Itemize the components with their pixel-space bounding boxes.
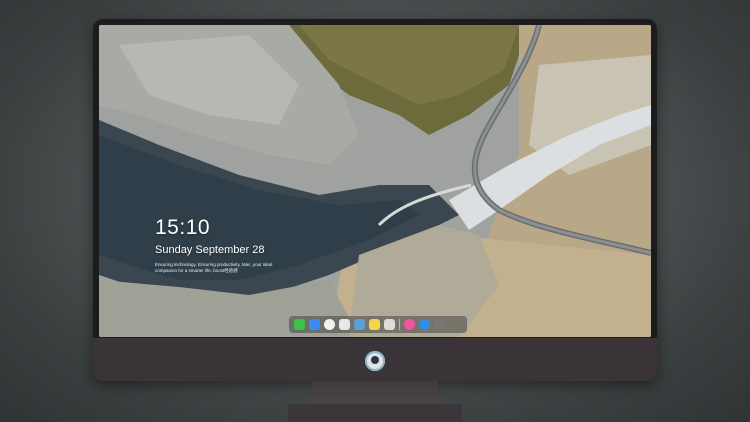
lock-screen-date: Sunday September 28	[155, 244, 265, 256]
dock	[289, 316, 467, 333]
notes-icon[interactable]	[369, 319, 380, 330]
photos-icon[interactable]	[339, 319, 350, 330]
app-store-icon[interactable]	[419, 319, 430, 330]
monitor-stand-neck	[312, 381, 438, 405]
monitor-stand-base	[288, 404, 462, 422]
music-icon[interactable]	[404, 319, 415, 330]
finder-icon[interactable]	[309, 319, 320, 330]
brand-logo-icon	[365, 351, 385, 371]
lock-screen-tagline: Ensuring technology, Ensuring productivi…	[155, 262, 273, 273]
claquette-icon[interactable]	[354, 319, 365, 330]
messages-icon[interactable]	[294, 319, 305, 330]
safari-icon[interactable]	[324, 319, 335, 330]
imac-monitor: 15:10 Sunday September 28 Ensuring techn…	[93, 19, 657, 381]
camera-icon[interactable]	[434, 319, 445, 330]
preview-icon[interactable]	[384, 319, 395, 330]
wallpaper-aerial-canyon	[99, 25, 651, 337]
desktop-screen: 15:10 Sunday September 28 Ensuring techn…	[99, 25, 651, 337]
dock-separator	[399, 319, 400, 330]
lock-screen-time: 15:10	[155, 216, 211, 239]
